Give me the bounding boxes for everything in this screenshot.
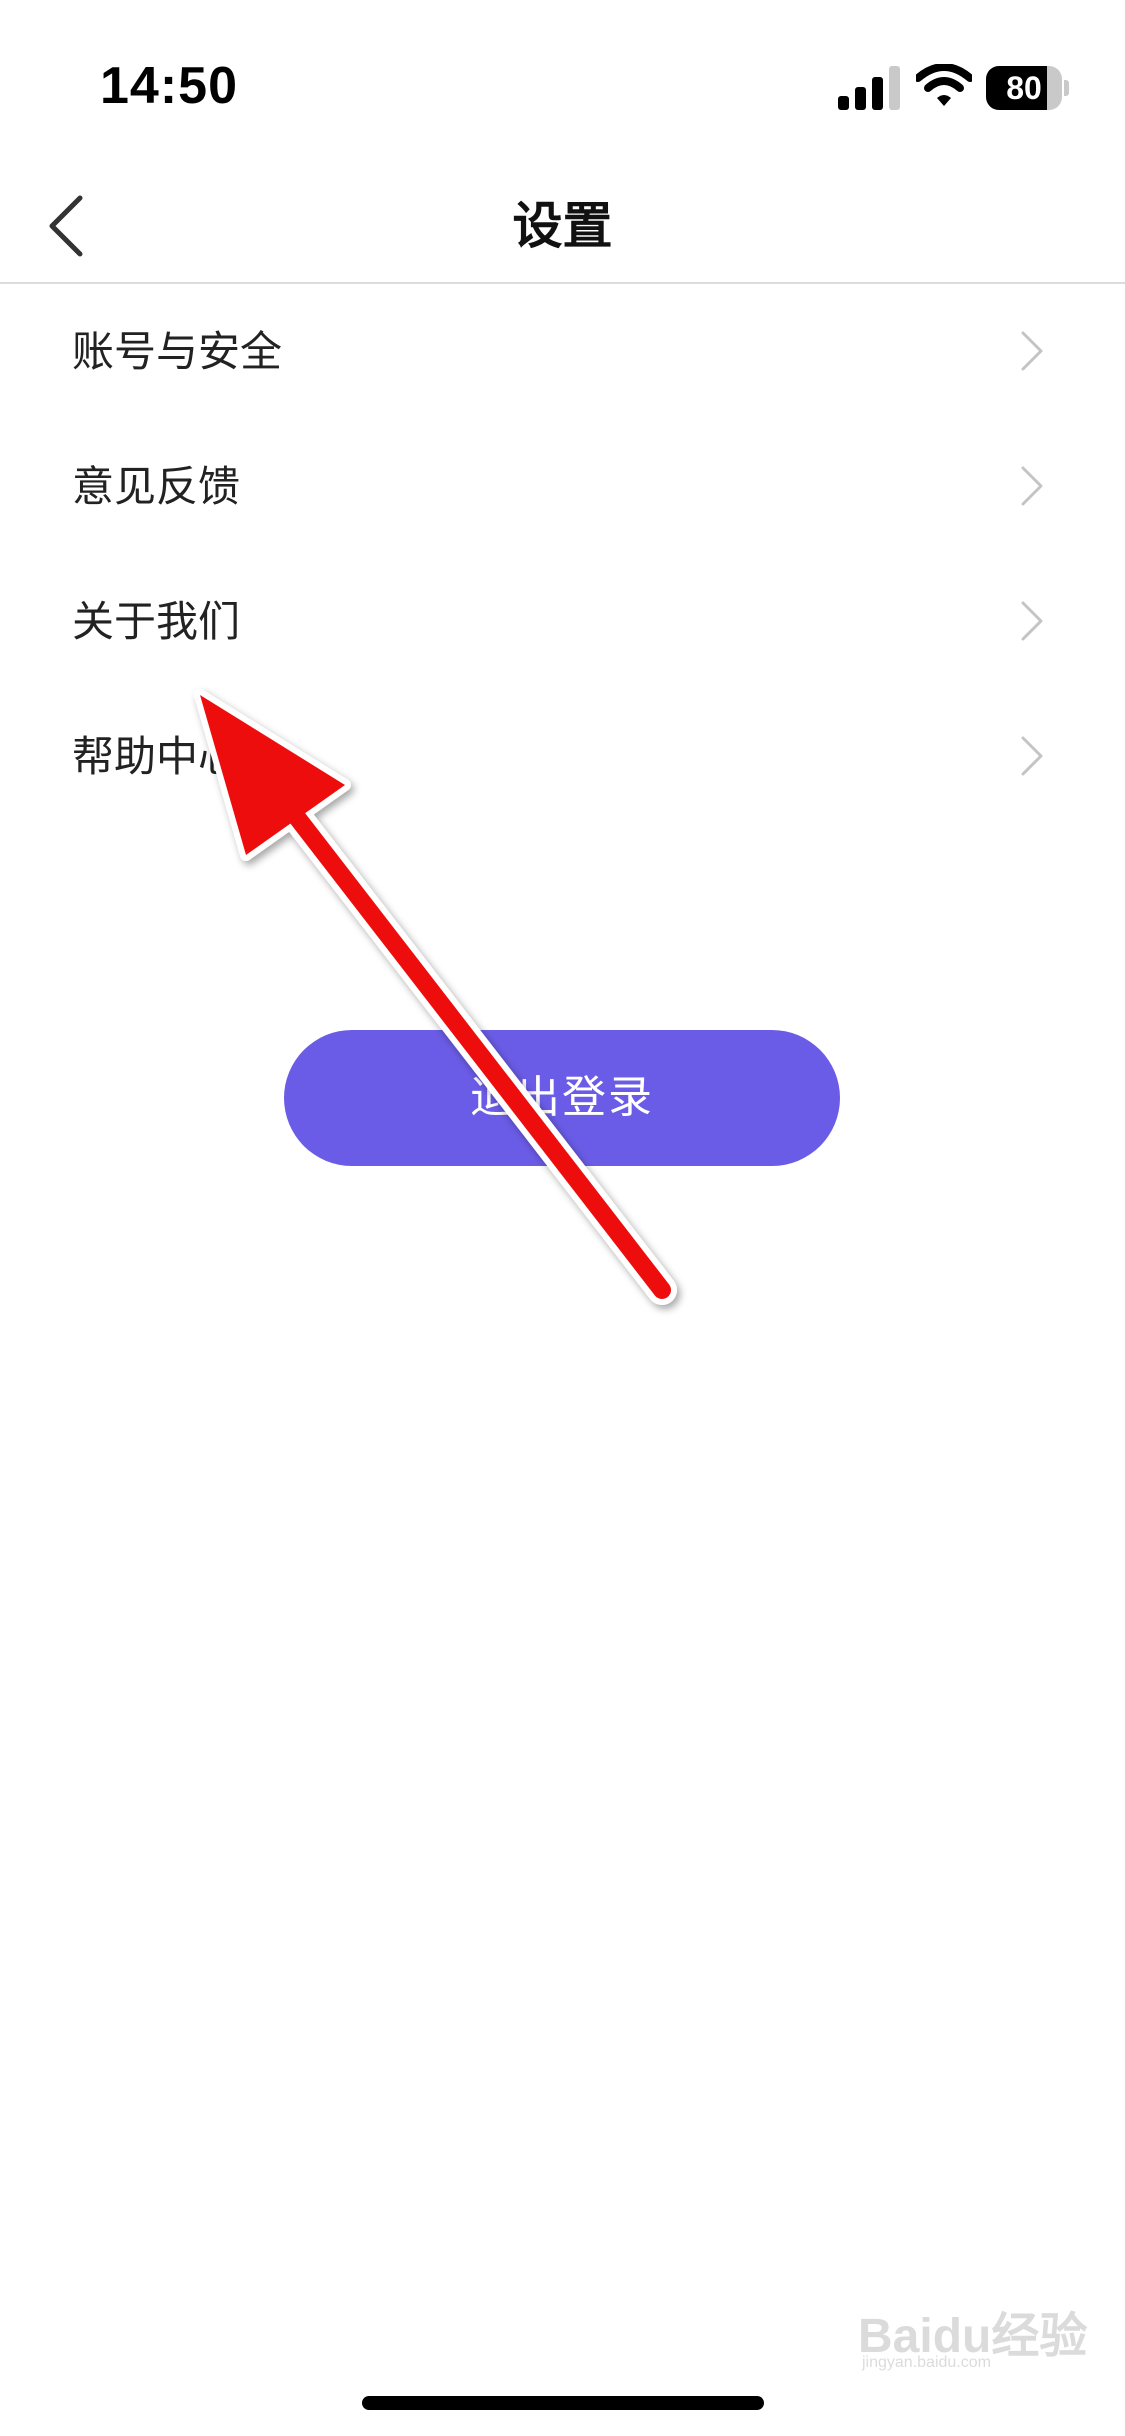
battery-icon: 80 (986, 66, 1069, 110)
menu-item-label: 帮助中心 (72, 732, 241, 781)
menu-item-help-center[interactable]: 帮助中心 (0, 689, 1125, 824)
logout-button[interactable]: 退出登录 (284, 1030, 840, 1166)
wifi-icon (916, 64, 972, 106)
menu-item-account-security[interactable]: 账号与安全 (0, 284, 1125, 419)
nav-bar: 设置 (0, 170, 1125, 284)
menu-item-about-us[interactable]: 关于我们 (0, 554, 1125, 689)
status-bar: 14:50 80 (0, 0, 1125, 170)
menu-item-label: 意见反馈 (72, 462, 241, 511)
status-time: 14:50 (100, 57, 238, 115)
settings-menu-list: 账号与安全 意见反馈 关于我们 帮助中心 (0, 284, 1125, 824)
home-indicator[interactable] (362, 2396, 764, 2410)
battery-level: 80 (1006, 70, 1042, 106)
menu-item-label: 关于我们 (72, 597, 241, 646)
chevron-right-icon (1021, 466, 1043, 506)
menu-item-label: 账号与安全 (72, 327, 283, 376)
chevron-right-icon (1021, 331, 1043, 371)
page-title: 设置 (512, 197, 613, 255)
chevron-right-icon (1021, 601, 1043, 641)
menu-item-feedback[interactable]: 意见反馈 (0, 419, 1125, 554)
battery-cap (1064, 80, 1069, 96)
signal-icon (838, 66, 900, 110)
watermark-logo: Baidu经验 jingyan.baidu.com (858, 2296, 1088, 2376)
chevron-right-icon (1021, 736, 1043, 776)
watermark-subtext: jingyan.baidu.com (862, 2354, 991, 2371)
